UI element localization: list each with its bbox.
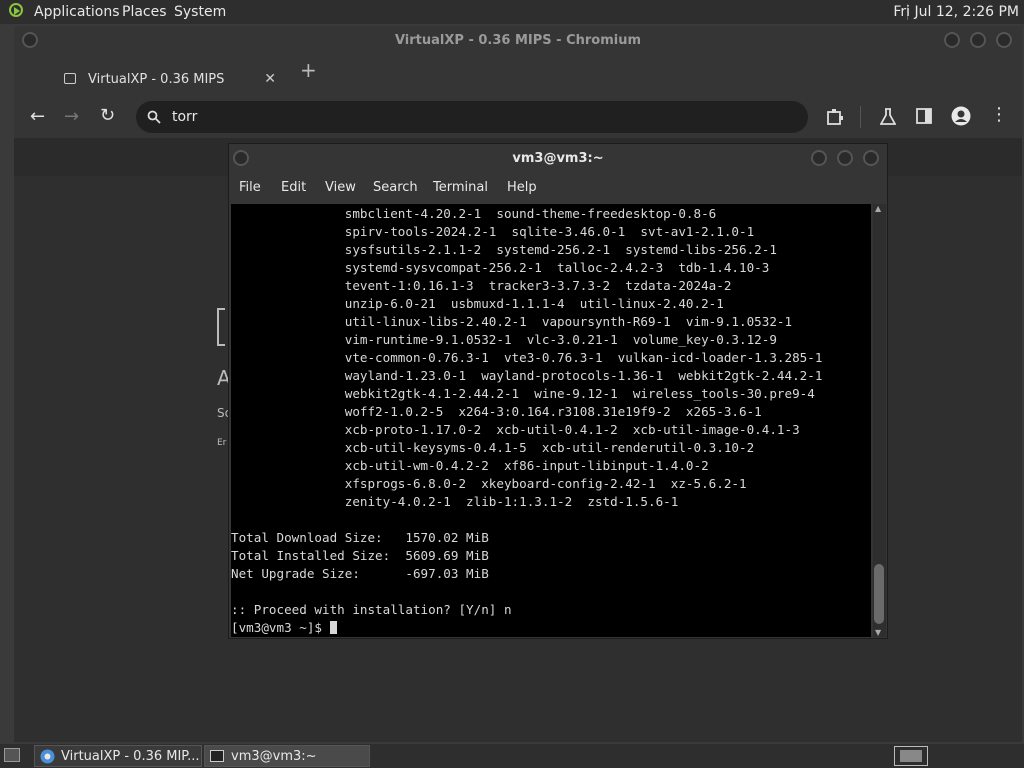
toolbar-separator [860, 106, 861, 128]
scroll-up-icon[interactable]: ▲ [875, 204, 881, 213]
terminal-line: [vm3@vm3 ~]$ [231, 619, 871, 637]
tab-strip: ⌄ VirtualXP - 0.36 MIPS ✕ + [14, 56, 1022, 110]
taskbar-chromium-label: VirtualXP - 0.36 MIP... [61, 749, 200, 764]
taskbar-terminal-label: vm3@vm3:~ [231, 749, 317, 764]
sad-page-icon [64, 73, 76, 84]
reload-icon[interactable]: ↻ [100, 105, 115, 126]
maximize-button[interactable] [837, 150, 853, 166]
page-small-fragment: Er [217, 438, 227, 448]
show-desktop-icon[interactable] [4, 748, 20, 762]
close-button[interactable] [863, 150, 879, 166]
workspace-switcher[interactable] [894, 746, 928, 766]
terminal-window: vm3@vm3:~ File Edit View Search Terminal… [228, 143, 888, 639]
terminal-line: util-linux-libs-2.40.2-1 vapoursynth-R69… [231, 314, 793, 329]
maximize-button[interactable] [970, 32, 986, 48]
terminal-line: xfsprogs-6.8.0-2 xkeyboard-config-2.42-1… [231, 476, 747, 491]
menu-terminal[interactable]: Terminal [433, 180, 488, 195]
terminal-line: spirv-tools-2024.2-1 sqlite-3.46.0-1 svt… [231, 224, 755, 239]
taskbar-terminal[interactable]: vm3@vm3:~ [204, 745, 370, 767]
close-button[interactable] [996, 32, 1012, 48]
terminal-line: smbclient-4.20.2-1 sound-theme-freedeskt… [231, 206, 717, 221]
terminal-line: systemd-sysvcompat-256.2-1 talloc-2.4.2-… [231, 260, 770, 275]
browser-toolbar: ← → ↻ torr ⋮ [14, 98, 1022, 138]
forward-icon[interactable]: → [64, 106, 79, 127]
new-tab-icon[interactable]: + [300, 58, 317, 82]
terminal-line: sysfsutils-2.1.1-2 systemd-256.2-1 syste… [231, 242, 777, 257]
more-menu-icon[interactable]: ⋮ [990, 104, 1008, 125]
page-bracket [217, 308, 225, 346]
top-panel: Applications Places System Fri Jul 12, 2… [0, 0, 1024, 24]
scroll-down-icon[interactable]: ▼ [875, 628, 881, 637]
terminal-line: webkit2gtk-4.1-2.44.2-1 wine-9.12-1 wire… [231, 386, 815, 401]
terminal-line: vte-common-0.76.3-1 vte3-0.76.3-1 vulkan… [231, 350, 823, 365]
taskbar-chromium[interactable]: VirtualXP - 0.36 MIP... [34, 745, 202, 767]
browser-tab[interactable]: VirtualXP - 0.36 MIPS ✕ [50, 62, 286, 98]
minimize-button[interactable] [811, 150, 827, 166]
address-bar[interactable]: torr [136, 101, 808, 133]
back-icon[interactable]: ← [30, 106, 45, 127]
terminal-line: Total Download Size: 1570.02 MiB [231, 530, 489, 545]
terminal-line: xcb-util-keysyms-0.4.1-5 xcb-util-render… [231, 440, 755, 455]
terminal-cursor [329, 621, 337, 634]
terminal-icon [210, 750, 224, 762]
terminal-line: :: Proceed with installation? [Y/n] n [231, 602, 512, 617]
chromium-icon [40, 749, 55, 764]
chromium-titlebar[interactable]: VirtualXP - 0.36 MIPS - Chromium [14, 26, 1022, 56]
terminal-line: xcb-util-wm-0.4.2-2 xf86-input-libinput-… [231, 458, 709, 473]
side-panel-icon[interactable] [916, 108, 932, 124]
terminal-line: wayland-1.23.0-1 wayland-protocols-1.36-… [231, 368, 823, 383]
terminal-line: zenity-4.0.2-1 zlib-1:1.3.1-2 zstd-1.5.6… [231, 494, 679, 509]
menu-view[interactable]: View [325, 180, 356, 195]
window-menu-button[interactable] [233, 150, 249, 166]
distro-logo-icon[interactable] [9, 3, 23, 17]
scrollbar-thumb[interactable] [874, 564, 884, 624]
terminal-output[interactable]: smbclient-4.20.2-1 sound-theme-freedeskt… [231, 204, 871, 637]
menu-file[interactable]: File [239, 180, 261, 195]
terminal-line: vim-runtime-9.1.0532-1 vlc-3.0.21-1 volu… [231, 332, 777, 347]
terminal-line: woff2-1.0.2-5 x264-3:0.164.r3108.31e19f9… [231, 404, 762, 419]
menu-edit[interactable]: Edit [281, 180, 306, 195]
minimize-button[interactable] [944, 32, 960, 48]
menu-applications[interactable]: Applications [34, 4, 120, 20]
menu-search[interactable]: Search [373, 180, 418, 195]
terminal-line: tevent-1:0.16.1-3 tracker3-3.7.3-2 tzdat… [231, 278, 732, 293]
terminal-scrollbar[interactable]: ▲ ▼ [873, 204, 886, 637]
window-menu-button[interactable] [22, 32, 38, 48]
address-text: torr [172, 109, 198, 125]
menu-help[interactable]: Help [507, 180, 537, 195]
menu-system[interactable]: System [174, 4, 226, 20]
extensions-icon[interactable] [826, 108, 844, 126]
search-icon [147, 110, 161, 124]
terminal-menubar: File Edit View Search Terminal Help [229, 174, 887, 202]
bottom-panel: VirtualXP - 0.36 MIP... vm3@vm3:~ [0, 744, 1024, 768]
terminal-line: xcb-proto-1.17.0-2 xcb-util-0.4.1-2 xcb-… [231, 422, 800, 437]
terminal-line: unzip-6.0-21 usbmuxd-1.1.1-4 util-linux-… [231, 296, 724, 311]
close-icon[interactable]: ✕ [264, 71, 276, 87]
menu-places[interactable]: Places [122, 4, 167, 20]
terminal-line: Net Upgrade Size: -697.03 MiB [231, 566, 489, 581]
tab-title: VirtualXP - 0.36 MIPS [88, 72, 225, 87]
labs-flask-icon[interactable] [880, 108, 896, 126]
clock[interactable]: Fri Jul 12, 2:26 PM [893, 4, 1019, 20]
terminal-text: smbclient-4.20.2-1 sound-theme-freedeskt… [231, 204, 871, 637]
profile-avatar-icon[interactable] [951, 106, 971, 126]
terminal-line: Total Installed Size: 5609.69 MiB [231, 548, 489, 563]
terminal-titlebar[interactable]: vm3@vm3:~ [229, 144, 887, 174]
